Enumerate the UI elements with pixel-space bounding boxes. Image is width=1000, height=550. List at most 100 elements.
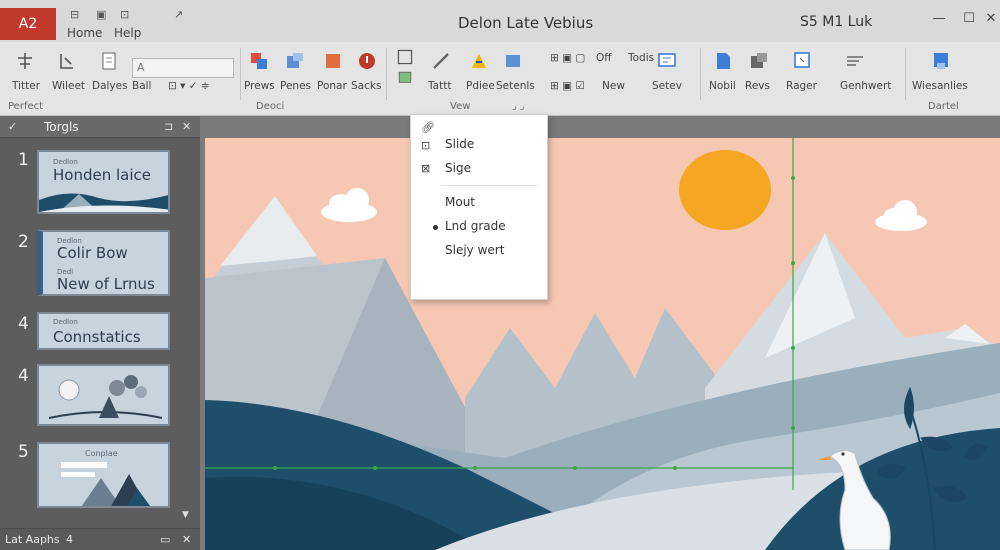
thumb-landscape [39, 193, 168, 212]
minimize-icon[interactable]: — [930, 10, 948, 28]
pdiee-button[interactable]: Pdiee [466, 80, 495, 92]
check-icon[interactable]: ✓ [8, 120, 17, 133]
menu-item-mout[interactable]: Mout [445, 195, 475, 209]
menu-item-sige[interactable]: Sige [445, 161, 471, 175]
revs-icon[interactable] [748, 50, 770, 72]
sacks-button[interactable]: Sacks [351, 80, 381, 92]
thumb-title: Colir Bow [57, 244, 128, 262]
status-count: 4 [66, 533, 73, 546]
prews-button[interactable]: Prews [244, 80, 275, 92]
pane-status-bar: Lat Aaphs 4 ▭ ✕ [0, 528, 200, 550]
pane-scroll-down-icon[interactable]: ▼ [182, 510, 189, 520]
menu-help[interactable]: Help [114, 26, 141, 40]
setenls-icon[interactable] [502, 50, 524, 72]
wileet-icon[interactable] [56, 50, 78, 72]
slide-icon: ⊡ [421, 139, 431, 152]
thumb-small-text: Dedlon [53, 318, 78, 326]
slide-thumbnail-1[interactable]: Dedlon Honden laice [37, 150, 170, 214]
menu-item-lnd-grade[interactable]: Lnd grade [445, 219, 506, 233]
select-icon[interactable] [396, 48, 414, 66]
dalyes-button[interactable]: Dalyes [92, 80, 128, 92]
slide-canvas [200, 116, 1000, 550]
save-icon[interactable]: ⊟ [70, 9, 84, 21]
tattt-icon[interactable] [430, 50, 452, 72]
ribbon-separator [905, 48, 906, 100]
ribbon-separator [386, 48, 387, 100]
slide-number: 4 [18, 366, 29, 386]
thumb-small-text: Dedlon [53, 158, 78, 166]
wileet-button[interactable]: Wileet [52, 80, 85, 92]
maximize-icon[interactable]: ☐ [960, 10, 978, 28]
menu-separator [441, 185, 537, 186]
close-icon[interactable]: ✕ [982, 10, 1000, 28]
off-button[interactable]: Off [596, 52, 612, 64]
undo-icon[interactable]: ▣ [96, 9, 110, 21]
penes-button[interactable]: Penes [280, 80, 311, 92]
group-view: Vew [450, 101, 471, 112]
titter-button[interactable]: Titter [12, 80, 40, 92]
thumb-title: Honden laice [53, 166, 151, 184]
user-name[interactable]: S5 M1 Luk [800, 14, 872, 30]
app-badge[interactable]: A2 [0, 8, 56, 40]
ribbon: Titter Wileet Dalyes A Ball ⊡ ▾ ✓ ≑ Perf… [0, 42, 1000, 116]
slide-thumbnail-2[interactable]: Dedlon Colir Bow Dedl New of Lrnus [37, 230, 170, 296]
font-name-input[interactable]: A [132, 58, 234, 78]
link-icon[interactable]: 🔗︎ [421, 121, 435, 135]
ball-button[interactable]: Ball [132, 80, 151, 92]
todis-button[interactable]: Todis [628, 52, 654, 64]
setev-button[interactable]: Setev [652, 80, 682, 92]
thumb-subtitle: New of Lrnus [57, 275, 155, 293]
genhwert-button[interactable]: Genhwert [840, 80, 891, 92]
menu-item-slejy-wert[interactable]: Slejy wert [445, 243, 504, 257]
new-button[interactable]: New [602, 80, 625, 92]
slides-pane-header: ✓ Torgls ⊐ ✕ [0, 116, 200, 138]
slide-number: 5 [18, 442, 29, 462]
sun [679, 150, 771, 230]
tattt-button[interactable]: Tattt [428, 80, 451, 92]
sacks-icon[interactable] [356, 50, 378, 72]
slide-thumbnail-3[interactable]: Dedlon Connstatics [37, 312, 170, 350]
rager-button[interactable]: Rager [786, 80, 817, 92]
layout-dropdown-menu: 🔗︎ ⊡ Slide ⊠ Sige Mout Lnd grade Slejy w… [410, 114, 548, 300]
layout-icon[interactable] [396, 70, 414, 86]
format-icons[interactable]: ⊡ ▾ ✓ ≑ [168, 80, 210, 92]
small-icons-row1[interactable]: ⊞ ▣ ▢ [550, 52, 585, 64]
dalyes-icon[interactable] [98, 50, 120, 72]
small-icons-row2[interactable]: ⊞ ▣ ☑ [550, 80, 585, 92]
rager-icon[interactable] [792, 50, 814, 72]
titter-icon[interactable] [14, 50, 36, 72]
close-pane-icon[interactable]: ✕ [182, 120, 191, 133]
penes-icon[interactable] [284, 50, 306, 72]
status-label: Lat Aaphs [5, 533, 60, 546]
pdiee-icon[interactable] [468, 50, 490, 72]
redo-icon[interactable]: ⊡ [120, 9, 134, 21]
ponar-icon[interactable] [322, 50, 344, 72]
setenls-button[interactable]: Setenls [496, 80, 535, 92]
menu-home[interactable]: Home [67, 26, 102, 40]
slide-artwork[interactable] [205, 138, 1000, 550]
menu-item-slide[interactable]: Slide [445, 137, 474, 151]
nobil-icon[interactable] [712, 50, 734, 72]
group-launcher-icon[interactable]: ⌟ ⌟ [512, 101, 525, 112]
slide-thumbnail-4[interactable] [37, 364, 170, 426]
customize-icon[interactable]: ↗ [174, 9, 188, 21]
slides-pane: ✓ Torgls ⊐ ✕ 1 Dedlon Honden laice 2 Ded… [0, 116, 200, 550]
slide-number: 1 [18, 150, 29, 170]
pin-icon[interactable]: ⊐ [164, 120, 173, 133]
genhwert-icon[interactable] [844, 50, 866, 72]
fit-icon[interactable]: ▭ [160, 533, 170, 546]
wiesanlies-button[interactable]: Wiesanlies [912, 80, 968, 92]
font-name-value: A [137, 61, 145, 74]
thumb-title: Connstatics [53, 328, 141, 346]
revs-button[interactable]: Revs [745, 80, 770, 92]
slide-number: 4 [18, 314, 29, 334]
setev-icon[interactable] [656, 50, 678, 72]
slides-pane-title: Torgls [44, 120, 79, 134]
pane-close-icon[interactable]: ✕ [182, 533, 191, 546]
prews-icon[interactable] [248, 50, 270, 72]
ponar-button[interactable]: Ponar [317, 80, 347, 92]
slide-thumbnail-5[interactable]: Conplae [37, 442, 170, 508]
wiesanlies-icon[interactable] [930, 50, 952, 72]
powerpoint-window: A2 ⊟ ▣ ⊡ ↗ Home Help Delon Late Vebius S… [0, 0, 1000, 550]
nobil-button[interactable]: Nobil [709, 80, 736, 92]
